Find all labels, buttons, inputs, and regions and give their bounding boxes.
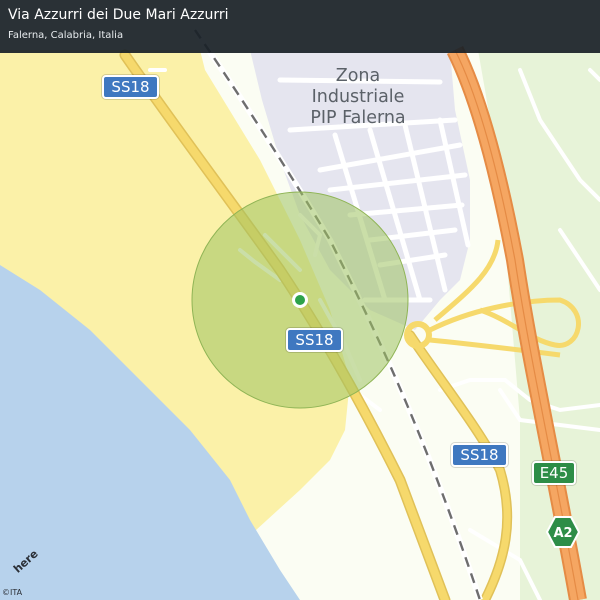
road-shield-ss18-center: SS18 — [286, 328, 343, 352]
road-shield-label: SS18 — [460, 446, 499, 464]
location-dot-icon[interactable] — [292, 292, 308, 308]
map-copyright: ©ITA — [2, 588, 23, 597]
road-shield-ss18-right: SS18 — [451, 443, 508, 467]
road-shield-label: SS18 — [111, 78, 150, 96]
location-subtitle: Falerna, Calabria, Italia — [8, 30, 124, 41]
location-title: Via Azzurri dei Due Mari Azzurri — [8, 7, 229, 23]
road-shield-ss18-top: SS18 — [102, 75, 159, 99]
road-shield-label: SS18 — [295, 331, 334, 349]
road-shield-label: E45 — [539, 464, 569, 482]
industrial-zone-label: Zona Industriale PIP Falerna — [296, 66, 420, 129]
area-label-line-2: Industriale — [311, 87, 405, 107]
road-shield-a2-label: A2 — [553, 526, 572, 541]
road-shield-a2: A2 — [546, 516, 580, 548]
road-shield-e45: E45 — [532, 461, 576, 485]
area-label-line-1: Zona — [335, 66, 381, 86]
area-label-line-3: PIP Falerna — [310, 108, 406, 128]
location-header: Via Azzurri dei Due Mari Azzurri Falerna… — [0, 0, 600, 53]
